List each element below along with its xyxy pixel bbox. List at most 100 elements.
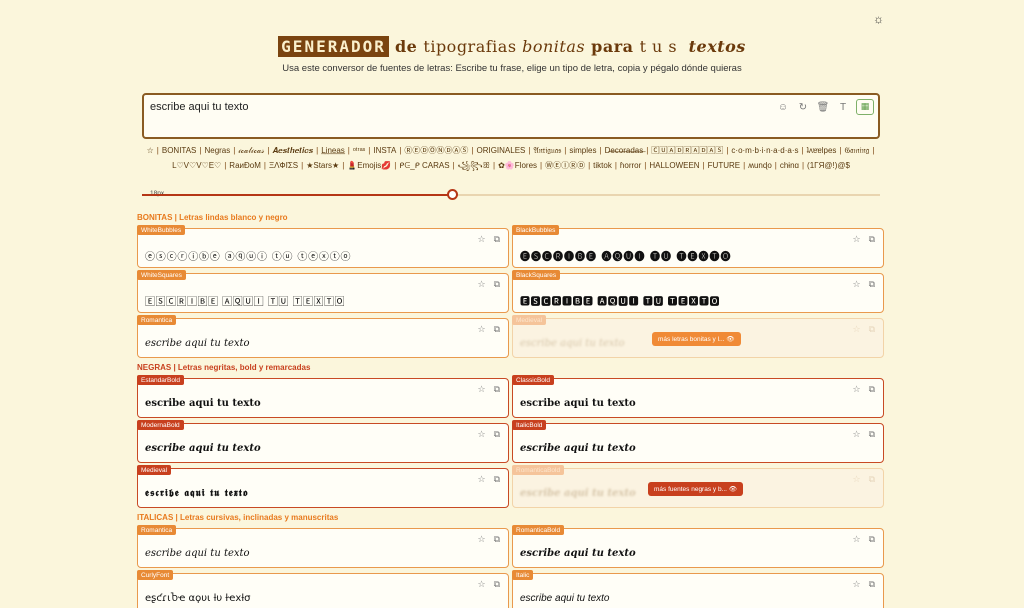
copy-icon[interactable]: ⧉ bbox=[869, 534, 875, 545]
copy-icon[interactable]: ⧉ bbox=[869, 234, 875, 245]
category-link[interactable]: ꧁꧂ꕥ bbox=[458, 158, 490, 173]
star-icon[interactable]: ☆ bbox=[477, 534, 485, 545]
font-card-whitesquares[interactable]: WhiteSquares ☆ ⧉ 🄴🅂🄲🅁🄸🄱🄴 🄰🅀🅄🄸 🅃🅄 🅃🄴🅇🅃🄾 bbox=[137, 270, 509, 313]
star-icon[interactable]: ☆ bbox=[477, 429, 485, 440]
font-card-blackbubbles[interactable]: BlackBubbles ☆ ⧉ 🅔🅢🅒🅡🅘🅑🅔 🅐🅠🅤🅘 🅣🅤 🅣🅔🅧🅣🅞 bbox=[512, 225, 884, 268]
copy-icon[interactable]: ⧉ bbox=[494, 429, 500, 440]
category-link[interactable]: chɨnɑ bbox=[780, 158, 799, 173]
font-card-italicbold[interactable]: ItalicBold ☆ ⧉ escribe aqui tu texto bbox=[512, 420, 884, 463]
category-link[interactable]: ʍunɖo bbox=[748, 158, 772, 173]
category-link[interactable]: ★Stars★ bbox=[306, 158, 339, 173]
card-badge: BlackBubbles bbox=[512, 225, 560, 235]
font-card-romantica[interactable]: Romantica ☆ ⧉ escribe aqui tu texto bbox=[137, 315, 509, 358]
category-link[interactable]: ΞΛ̇ФΙ̇ΣS bbox=[269, 158, 298, 173]
card-text: 🄴🅂🄲🅁🄸🄱🄴 🄰🅀🅄🄸 🅃🅄 🅃🄴🅇🅃🄾 bbox=[145, 297, 346, 308]
star-icon[interactable]: ☆ bbox=[477, 324, 485, 335]
copy-icon[interactable]: ⧉ bbox=[494, 474, 500, 485]
star-icon[interactable]: ☆ bbox=[852, 234, 860, 245]
font-card-whitebubbles[interactable]: WhiteBubbles ☆ ⧉ ⓔⓢⓒⓡⓘⓑⓔ ⓐⓠⓤⓘ ⓣⓤ ⓣⓔⓧⓣⓞ bbox=[137, 225, 509, 268]
card-text: eʂƈɾιႦҽ αϙυι ƚυ ƚҽxƚσ bbox=[145, 593, 251, 604]
category-link[interactable]: INSTA bbox=[373, 143, 396, 158]
category-link[interactable]: ✿🌸Flores bbox=[498, 158, 537, 173]
text-input-box[interactable]: ☺ ↻ 🗑 T ▦ bbox=[142, 93, 880, 139]
grid-view-icon[interactable]: ▦ bbox=[856, 99, 874, 115]
category-link[interactable]: D̶e̶c̶o̶r̶a̶d̶a̶s̶ bbox=[605, 143, 644, 158]
category-link[interactable]: (1ΓЯ@!)@$ bbox=[807, 158, 850, 173]
font-card-medieval[interactable]: Medieval ☆ ⧉ 𝖊𝖘𝖈𝖗𝖎𝖇𝖊 𝖆𝖖𝖚𝖎 𝖙𝖚 𝖙𝖊𝖝𝖙𝖔 bbox=[137, 465, 509, 508]
card-text: escribe aqui tu texto bbox=[145, 338, 250, 349]
category-separator: | bbox=[224, 161, 227, 170]
category-link[interactable]: 𝔄𝔫𝔱𝔦𝔤𝔲𝔞𝔰 bbox=[533, 143, 561, 158]
card-badge: Medieval bbox=[512, 315, 547, 325]
star-icon[interactable]: ☆ bbox=[852, 429, 860, 440]
font-card-curlyfont[interactable]: CurlyFont ☆ ⧉ eʂƈɾιႦҽ αϙυι ƚυ ƚҽxƚσ bbox=[137, 570, 509, 608]
copy-icon[interactable]: ⧉ bbox=[494, 234, 500, 245]
trash-icon[interactable]: 🗑 bbox=[816, 102, 830, 113]
category-link[interactable]: 💄Emojis💋 bbox=[347, 158, 391, 173]
category-link[interactable]: L̲i̲n̲e̲a̲s̲ bbox=[321, 143, 345, 158]
category-link[interactable]: HALLOWEEN bbox=[649, 158, 699, 173]
refresh-icon[interactable]: ↻ bbox=[796, 102, 810, 113]
copy-icon[interactable]: ⧉ bbox=[494, 384, 500, 395]
copy-icon[interactable]: ⧉ bbox=[869, 579, 875, 590]
category-separator: | bbox=[368, 146, 371, 155]
category-link[interactable]: ☆ bbox=[147, 143, 154, 158]
card-badge: EstandarBold bbox=[137, 375, 185, 385]
category-link[interactable]: ᑭᕮ_ᑭ CARAS bbox=[399, 158, 449, 173]
category-separator: | bbox=[646, 146, 649, 155]
theme-toggle-icon[interactable]: ☼ bbox=[873, 12, 884, 26]
category-link[interactable]: ⓌⒺⒾⓇⒹ bbox=[545, 158, 585, 173]
slider-thumb[interactable] bbox=[446, 189, 458, 200]
category-link[interactable]: 𝒾𝒸𝒶𝓁𝒾𝒸𝒶𝓈 bbox=[238, 143, 264, 158]
category-link[interactable]: ᵒᵗʳᵃˢ bbox=[353, 143, 365, 158]
font-card-classicbold[interactable]: ClassicBold ☆ ⧉ escribe aqui tu texto bbox=[512, 375, 884, 418]
card-badge: ClassicBold bbox=[512, 375, 554, 385]
category-link[interactable]: FUTURE bbox=[708, 158, 740, 173]
text-format-icon[interactable]: T bbox=[836, 102, 850, 113]
category-link[interactable]: ⓇⒺⒹⓄⓃⒹⒶⓈ bbox=[404, 143, 468, 158]
star-icon[interactable]: ☆ bbox=[477, 579, 485, 590]
text-input[interactable] bbox=[150, 101, 750, 113]
copy-icon[interactable]: ⧉ bbox=[494, 279, 500, 290]
copy-icon[interactable]: ⧉ bbox=[494, 579, 500, 590]
star-icon[interactable]: ☆ bbox=[477, 279, 485, 290]
star-icon[interactable]: ☆ bbox=[852, 279, 860, 290]
category-link[interactable]: ʇʌɐɐlpes bbox=[807, 143, 837, 158]
category-link[interactable]: simples bbox=[569, 143, 596, 158]
category-link[interactable]: 🄲🅄🄰🄳🅁🄰🄳🄰🅂 bbox=[651, 143, 723, 158]
category-link[interactable]: ORIGINALES bbox=[476, 143, 525, 158]
star-icon[interactable]: ☆ bbox=[477, 234, 485, 245]
card-badge: Romantica bbox=[137, 525, 177, 535]
category-link[interactable]: tiktok bbox=[593, 158, 612, 173]
copy-icon[interactable]: ⧉ bbox=[869, 279, 875, 290]
category-link[interactable]: ɦorror bbox=[620, 158, 641, 173]
category-link[interactable]: 𝔊𝔞𝔪𝔦𝔫𝔤 bbox=[844, 143, 869, 158]
more-negras-button[interactable]: más fuentes negras y b... 👁 bbox=[648, 482, 744, 496]
category-link[interactable]: L♡V♡V♡E♡ bbox=[172, 158, 221, 173]
font-card-romanticabold[interactable]: RomanticaBold ☆ ⧉ escribe aqui tu texto bbox=[512, 525, 884, 568]
category-link[interactable]: BONITAS bbox=[162, 143, 197, 158]
card-badge: Medieval bbox=[137, 465, 172, 475]
category-link[interactable]: RaиÐoM bbox=[229, 158, 261, 173]
star-icon[interactable]: ☆ bbox=[852, 534, 860, 545]
card-badge: RomanticaBold bbox=[512, 465, 565, 475]
category-link[interactable]: Negras bbox=[204, 143, 230, 158]
star-icon[interactable]: ☆ bbox=[477, 474, 485, 485]
more-bonitas-button[interactable]: más letras bonitas y l... 👁 bbox=[652, 332, 741, 346]
star-icon[interactable]: ☆ bbox=[477, 384, 485, 395]
copy-icon[interactable]: ⧉ bbox=[869, 384, 875, 395]
font-card-modernabold[interactable]: ModernaBold ☆ ⧉ escribe aqui tu texto bbox=[137, 420, 509, 463]
category-link[interactable]: c·o·m·b·i·n·a·d·a·s bbox=[731, 143, 798, 158]
category-link[interactable]: 𝑨𝒆𝒔𝒕𝒉𝒆𝒕𝒊𝒄𝒔 bbox=[272, 143, 313, 158]
font-size-slider[interactable]: 18px bbox=[142, 189, 880, 201]
star-icon[interactable]: ☆ bbox=[852, 384, 860, 395]
copy-icon[interactable]: ⧉ bbox=[869, 429, 875, 440]
copy-icon[interactable]: ⧉ bbox=[494, 324, 500, 335]
font-card-blacksquares[interactable]: BlackSquares ☆ ⧉ 🅴🆂🅲🆁🅸🅱🅴 🅰🆀🆄🅸 🆃🆄 🆃🅴🆇🆃🅾 bbox=[512, 270, 884, 313]
font-card-estandarbold[interactable]: EstandarBold ☆ ⧉ escribe aqui tu texto bbox=[137, 375, 509, 418]
star-icon[interactable]: ☆ bbox=[852, 579, 860, 590]
copy-icon[interactable]: ⧉ bbox=[494, 534, 500, 545]
emoji-icon[interactable]: ☺ bbox=[776, 102, 790, 113]
font-card-romantica[interactable]: Romantica ☆ ⧉ escribe aqui tu texto bbox=[137, 525, 509, 568]
font-card-italic[interactable]: Italic ☆ ⧉ escribe aqui tu texto bbox=[512, 570, 884, 608]
